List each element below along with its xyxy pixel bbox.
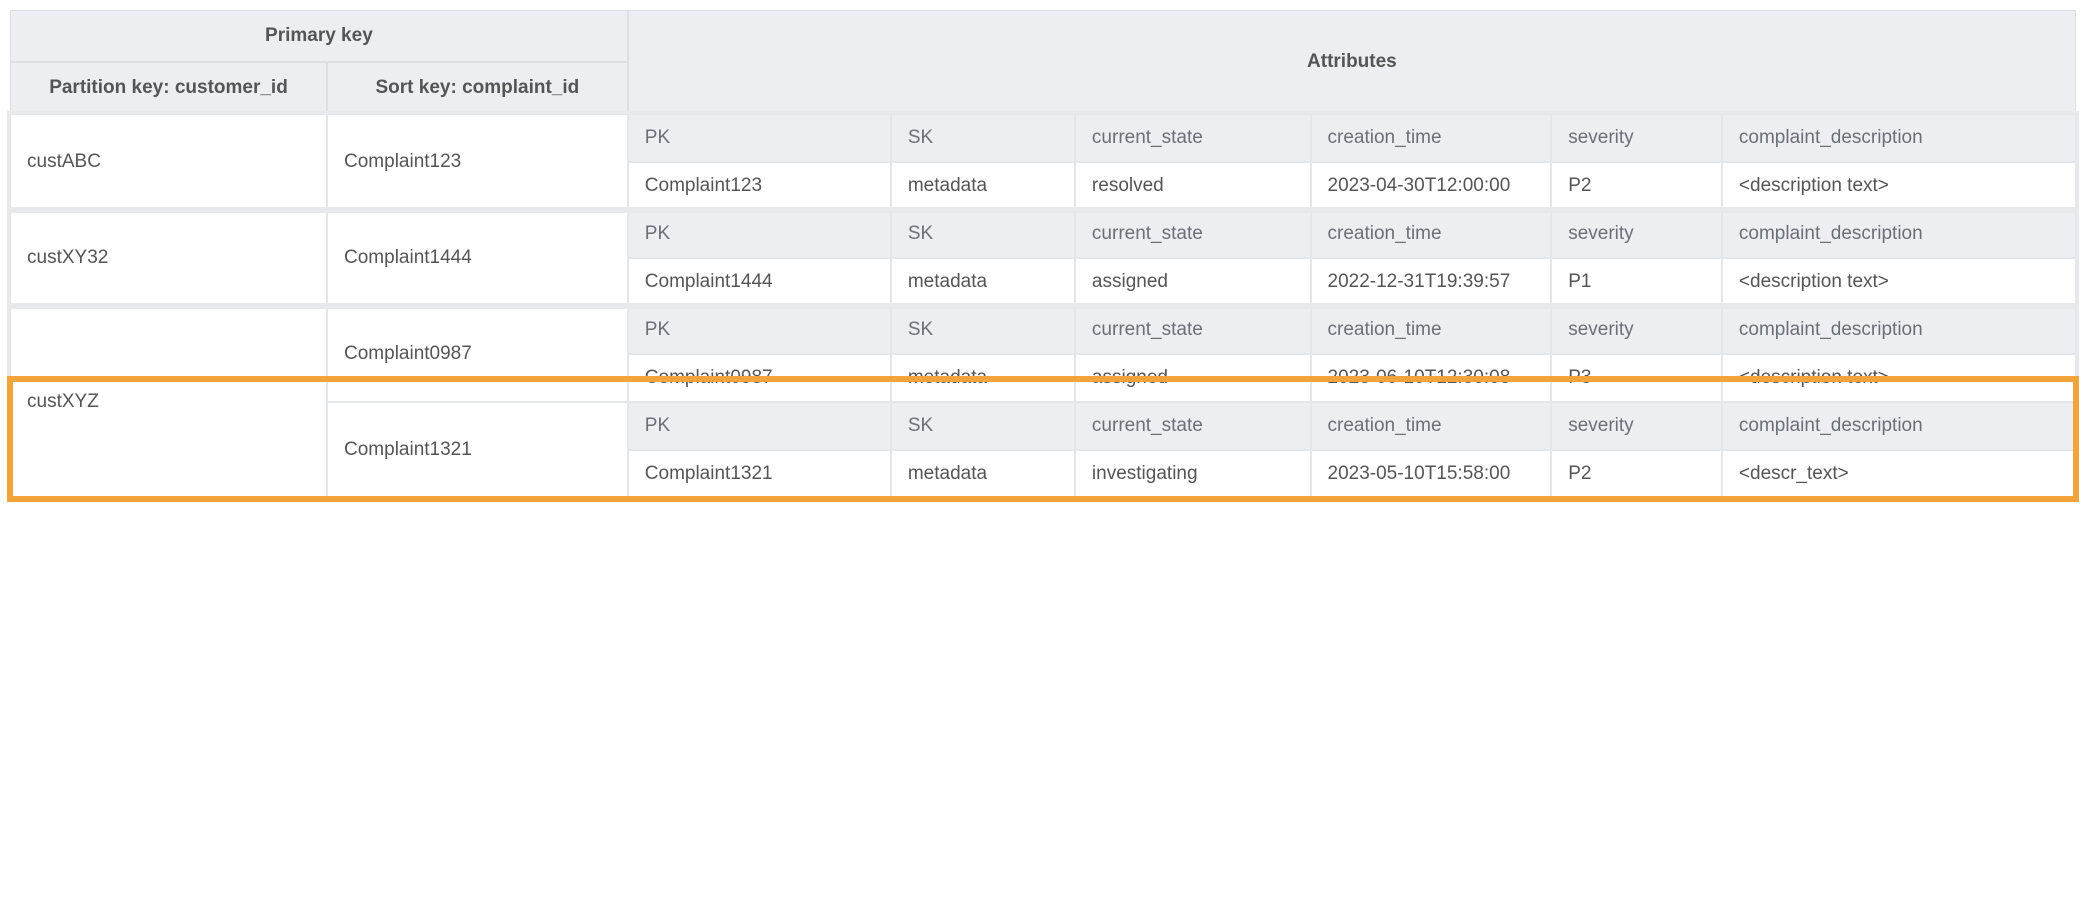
attr-value: metadata bbox=[891, 354, 1075, 402]
header-attributes: Attributes bbox=[628, 10, 2076, 114]
attr-value: <description text> bbox=[1722, 258, 2076, 306]
attr-value: assigned bbox=[1075, 354, 1311, 402]
attr-value: assigned bbox=[1075, 258, 1311, 306]
attr-value: metadata bbox=[891, 258, 1075, 306]
attr-value: 2022-12-31T19:39:57 bbox=[1311, 258, 1552, 306]
attr-value: resolved bbox=[1075, 162, 1311, 210]
sort-key-cell: Complaint1321 bbox=[327, 402, 628, 498]
attr-value: investigating bbox=[1075, 450, 1311, 498]
attr-value: P2 bbox=[1551, 450, 1722, 498]
sort-key-cell: Complaint0987 bbox=[327, 306, 628, 402]
sort-key-cell: Complaint123 bbox=[327, 114, 628, 210]
attr-col-header: SK bbox=[891, 306, 1075, 354]
attr-col-header: severity bbox=[1551, 402, 1722, 450]
attr-col-header: creation_time bbox=[1311, 114, 1552, 162]
partition-key-cell: custXY32 bbox=[10, 210, 327, 306]
attr-col-header: creation_time bbox=[1311, 210, 1552, 258]
attr-col-header: PK bbox=[628, 402, 891, 450]
dynamodb-table: Primary key Attributes Partition key: cu… bbox=[10, 10, 2076, 498]
attr-col-header: severity bbox=[1551, 306, 1722, 354]
attr-col-header: PK bbox=[628, 114, 891, 162]
attr-col-header: SK bbox=[891, 402, 1075, 450]
attr-value: Complaint1444 bbox=[628, 258, 891, 306]
row-group: custXY32 Complaint1444 PK SK current_sta… bbox=[10, 210, 2076, 306]
attr-value: Complaint0987 bbox=[628, 354, 891, 402]
attr-value: metadata bbox=[891, 450, 1075, 498]
header-sort-key: Sort key: complaint_id bbox=[327, 62, 628, 114]
attr-value: <description text> bbox=[1722, 354, 2076, 402]
attr-col-header: creation_time bbox=[1311, 402, 1552, 450]
attr-col-header: current_state bbox=[1075, 306, 1311, 354]
row-group: custXYZ Complaint0987 PK SK current_stat… bbox=[10, 306, 2076, 498]
attr-value: 2023-06-10T12:30:08 bbox=[1311, 354, 1552, 402]
attr-col-header: complaint_description bbox=[1722, 114, 2076, 162]
attr-col-header: current_state bbox=[1075, 114, 1311, 162]
attr-col-header: current_state bbox=[1075, 402, 1311, 450]
attr-col-header: PK bbox=[628, 210, 891, 258]
attr-col-header: severity bbox=[1551, 114, 1722, 162]
attr-col-header: current_state bbox=[1075, 210, 1311, 258]
partition-key-cell: custXYZ bbox=[10, 306, 327, 498]
attr-col-header: SK bbox=[891, 114, 1075, 162]
attr-col-header: creation_time bbox=[1311, 306, 1552, 354]
attr-value: <descr_text> bbox=[1722, 450, 2076, 498]
attr-value: Complaint123 bbox=[628, 162, 891, 210]
attr-value: P3 bbox=[1551, 354, 1722, 402]
attr-col-header: PK bbox=[628, 306, 891, 354]
partition-key-cell: custABC bbox=[10, 114, 327, 210]
attr-value: Complaint1321 bbox=[628, 450, 891, 498]
table-wrapper: Primary key Attributes Partition key: cu… bbox=[10, 10, 2076, 498]
attr-value: 2023-05-10T15:58:00 bbox=[1311, 450, 1552, 498]
attr-col-header: complaint_description bbox=[1722, 402, 2076, 450]
attr-value: P2 bbox=[1551, 162, 1722, 210]
attr-value: metadata bbox=[891, 162, 1075, 210]
sort-key-cell: Complaint1444 bbox=[327, 210, 628, 306]
attr-value: P1 bbox=[1551, 258, 1722, 306]
header-primary-key: Primary key bbox=[10, 10, 628, 62]
attr-col-header: complaint_description bbox=[1722, 210, 2076, 258]
attr-value: 2023-04-30T12:00:00 bbox=[1311, 162, 1552, 210]
attr-col-header: severity bbox=[1551, 210, 1722, 258]
header-partition-key: Partition key: customer_id bbox=[10, 62, 327, 114]
attr-value: <description text> bbox=[1722, 162, 2076, 210]
attr-col-header: complaint_description bbox=[1722, 306, 2076, 354]
row-group: custABC Complaint123 PK SK current_state… bbox=[10, 114, 2076, 210]
attr-col-header: SK bbox=[891, 210, 1075, 258]
